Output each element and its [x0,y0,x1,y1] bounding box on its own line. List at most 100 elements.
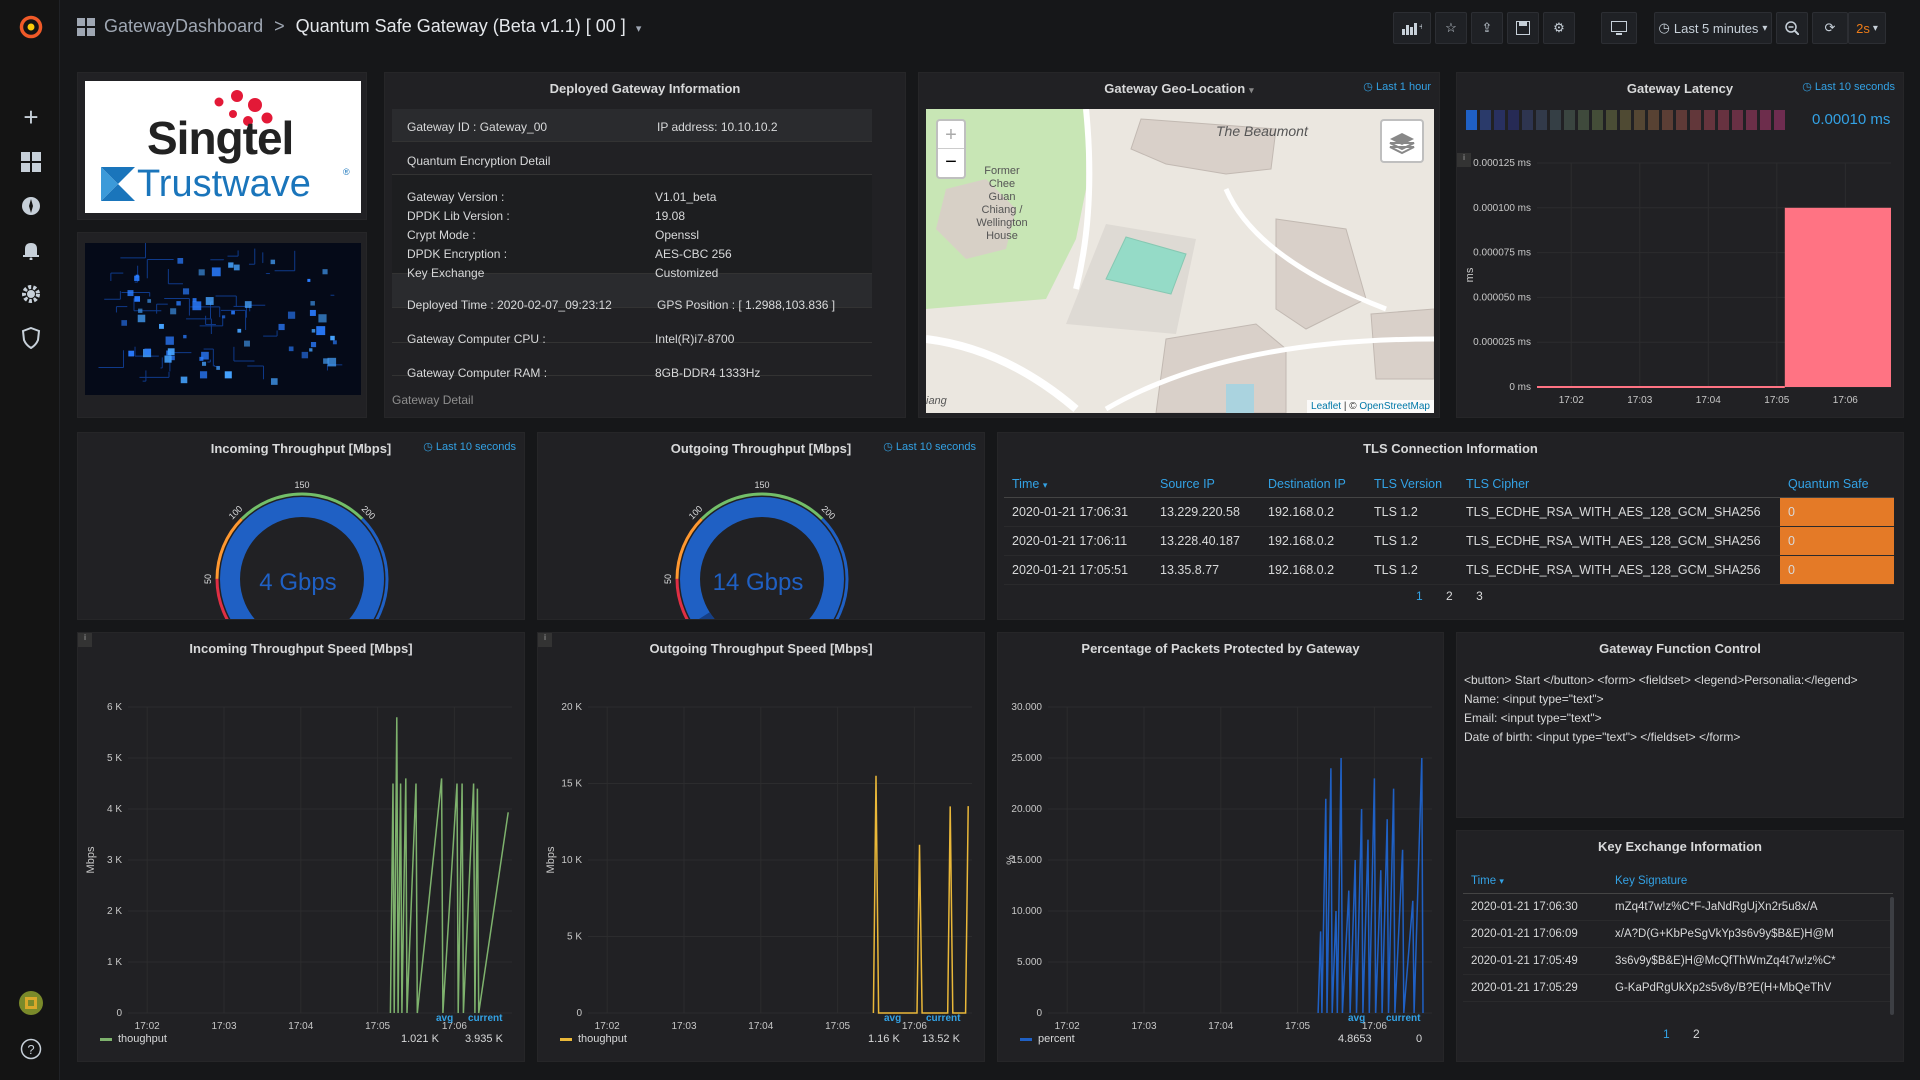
col-source-ip[interactable]: Source IP [1152,471,1260,498]
latency-chart: 0 ms 0.000025 ms 0.000050 ms 0.000075 ms 0.0… [1464,158,1891,406]
x-tick-label: 17:06 [902,1021,927,1032]
cpu-value: Intel(R)i7-8700 [655,332,735,346]
settings-button[interactable]: ⚙ [1543,12,1575,44]
page-2-link[interactable]: 2 [1693,1027,1700,1041]
table-cell: TLS 1.2 [1366,497,1458,527]
x-tick-label: 17:02 [1055,1021,1080,1032]
star-button[interactable]: ☆ [1435,12,1467,44]
zoom-out-button[interactable]: − [938,149,964,177]
table-cell: 2020-01-21 17:05:49 [1463,947,1607,975]
circuit-node [128,350,135,357]
legend-series[interactable]: percent [1020,1033,1075,1045]
col-destination-ip[interactable]: Destination IP [1260,471,1366,498]
gauge-segment [1606,110,1617,130]
osm-link[interactable]: OpenStreetMap [1359,401,1430,412]
leaflet-link[interactable]: Leaflet [1311,401,1341,412]
table-cell: mZq4t7w!z%C*F-JaNdRgUjXn2r5u8x/A [1607,893,1893,921]
help-icon[interactable]: ? [18,1036,44,1062]
y-tick-label: 0 [576,1008,582,1019]
col-tls-cipher[interactable]: TLS Cipher [1458,471,1780,498]
zoom-out-button[interactable] [1776,12,1808,44]
circuit-node [182,288,190,295]
gauge-arc [680,497,844,619]
zoom-in-button[interactable]: + [938,121,964,149]
gauge-segment [1550,110,1561,130]
server-admin-shield-icon[interactable] [18,325,44,351]
legend-series[interactable]: thoughput [560,1033,627,1045]
key-exchange-scroll[interactable]: Time ▾ Key Signature 2020-01-21 17:06:30… [1463,869,1893,1023]
table-row[interactable]: 2020-01-21 17:06:09 x/A?D(G+KbPeSgVkYp3s6… [1463,920,1893,948]
col-time[interactable]: Time ▾ [1004,471,1152,498]
table-row[interactable]: 2020-01-21 17:06:30 mZq4t7w!z%C*F-JaNdRgU… [1463,893,1893,921]
grafana-logo-icon[interactable] [18,14,44,40]
x-tick-label: 17:04 [748,1021,773,1032]
circuit-node [147,299,152,303]
time-range-picker[interactable]: ◷ Last 5 minutes ▾ [1654,12,1772,44]
gauge-segment [1760,110,1771,130]
page-1-link[interactable]: 1 [1663,1027,1670,1041]
gps-position: GPS Position : [ 1.2988,103.836 ] [657,298,836,312]
table-cell: 0 [1780,497,1894,527]
user-avatar[interactable] [18,990,44,1016]
table-cell: 2020-01-21 17:06:11 [1004,526,1152,556]
circuit-node [287,311,296,319]
gauge-segment [1480,110,1491,130]
save-button[interactable] [1507,12,1539,44]
control-line: Name: <input type="text"> [1464,692,1604,706]
panel-title: TLS Connection Information [1363,441,1538,456]
dashboards-icon[interactable] [18,149,44,175]
alerting-bell-icon[interactable] [18,237,44,263]
map[interactable]: The Beaumont Former Chee Guan Chiang / W… [926,109,1434,413]
col-time[interactable]: Time ▾ [1463,869,1607,894]
table-cell: 13.228.40.187 [1152,526,1260,556]
gateway-detail-values: V1.01_beta 19.08 Openssl AES-CBC 256 Cus… [655,188,732,283]
x-tick-label: 17:05 [365,1021,390,1032]
circuit-node [198,269,205,276]
page-1-link[interactable]: 1 [1416,589,1423,603]
explore-compass-icon[interactable] [18,193,44,219]
table-row[interactable]: 2020-01-21 17:06:11 13.228.40.187 192.168.… [1004,526,1894,556]
circuit-node [211,267,221,277]
refresh-icon: ⟳ [1824,20,1836,35]
col-key-signature[interactable]: Key Signature [1607,869,1893,894]
gauge-segment [1774,110,1785,130]
legend-series[interactable]: thoughput [100,1033,167,1045]
table-row[interactable]: 2020-01-21 17:06:31 13.229.220.58 192.168.… [1004,497,1894,527]
legend-swatch [100,1037,112,1041]
table-row[interactable]: 2020-01-21 17:05:51 13.35.8.77 192.168.0.2… [1004,555,1894,585]
caret-down-icon[interactable]: ▾ [636,23,642,35]
y-tick-label: 1 K [107,957,122,968]
gauge-segment [1690,110,1701,130]
key-exchange-panel: Key Exchange Information Time ▾ Key Sign… [1456,830,1904,1062]
panel-title: Deployed Gateway Information [549,81,741,96]
breadcrumb-folder[interactable]: GatewayDashboard [104,16,263,36]
circuit-node [311,329,316,333]
layers-button[interactable] [1380,119,1424,163]
share-button[interactable]: ⇪ [1471,12,1503,44]
monitor-icon [1611,21,1627,35]
create-plus-icon[interactable]: + [18,102,44,132]
percent-protected-panel: Percentage of Packets Protected by Gatew… [997,632,1444,1062]
circuit-node [301,351,309,359]
col-quantum-safe[interactable]: Quantum Safe [1780,471,1894,498]
y-tick-label: 15 K [561,779,582,790]
gear-icon: ⚙ [1553,20,1565,35]
table-row[interactable]: 2020-01-21 17:05:29 G-KaPdRgUkXp2s5v8y/B?… [1463,974,1893,1002]
col-tls-version[interactable]: TLS Version [1366,471,1458,498]
x-tick-label: 17:04 [1696,395,1721,406]
table-row[interactable]: 2020-01-21 17:05:49 3s6v9y$B&E)H@McQfThWm… [1463,947,1893,975]
dashboard-title[interactable]: Quantum Safe Gateway (Beta v1.1) [ 00 ] [296,16,626,36]
circuit-image-panel [77,232,367,418]
caret-down-icon[interactable]: ▾ [1249,85,1254,95]
configuration-gear-icon[interactable] [18,281,44,307]
page-2-link[interactable]: 2 [1446,589,1453,603]
add-panel-button[interactable]: + [1393,12,1431,44]
refresh-button[interactable]: ⟳ [1812,12,1848,44]
dashboard-grid-icon [77,18,95,41]
tv-mode-button[interactable] [1601,12,1637,44]
table-cell: 0 [1780,526,1894,556]
scrollbar[interactable] [1890,897,1894,1015]
page-3-link[interactable]: 3 [1476,589,1483,603]
legend-current: 0 [1416,1033,1423,1045]
refresh-interval-picker[interactable]: 2s ▾ [1848,12,1886,44]
